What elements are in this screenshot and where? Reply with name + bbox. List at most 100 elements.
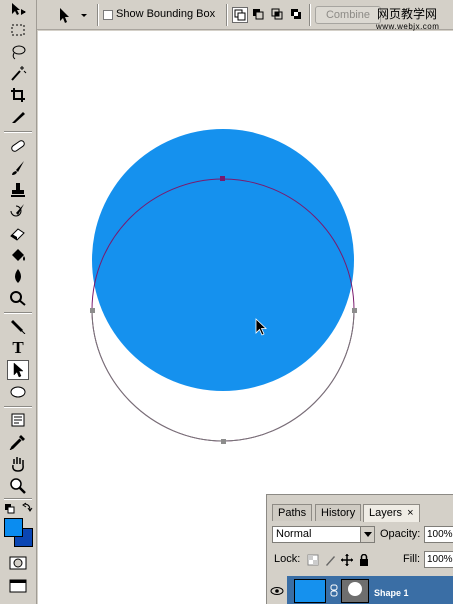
blur-tool[interactable] (7, 266, 29, 286)
subtract-from-shape-icon (253, 9, 264, 20)
anchor-point-left[interactable] (90, 308, 95, 313)
options-separator (97, 4, 99, 26)
magic-wand-tool-icon (11, 66, 27, 81)
anchor-point-bottom[interactable] (221, 439, 226, 444)
paint-bucket-tool[interactable] (7, 245, 29, 265)
quick-mask-mode-button[interactable] (7, 553, 29, 573)
exclude-overlap-icon (291, 9, 301, 19)
pen-tool[interactable] (7, 316, 29, 336)
crop-tool-icon (11, 88, 25, 102)
chevron-down-icon (360, 527, 374, 542)
tab-history[interactable]: History (315, 504, 362, 521)
healing-brush-tool[interactable] (7, 136, 29, 156)
type-tool[interactable]: T (7, 338, 29, 358)
eraser-tool-icon (10, 228, 25, 241)
intersect-shape-button[interactable] (270, 7, 286, 23)
direct-selection-tool-icon (13, 362, 24, 378)
layer-fill-thumbnail[interactable] (294, 579, 326, 603)
lock-transparent-pixels-icon[interactable] (307, 554, 319, 566)
type-tool-icon: T (12, 338, 24, 357)
slice-tool[interactable] (7, 107, 29, 127)
dodge-tool-icon (10, 291, 26, 306)
eye-icon (270, 587, 284, 595)
magic-wand-tool[interactable] (7, 63, 29, 83)
lasso-tool-icon (12, 45, 26, 60)
lock-label: Lock: (274, 553, 301, 565)
marquee-tool[interactable] (7, 20, 29, 40)
layer-visibility-toggle[interactable] (267, 576, 287, 604)
blur-tool-icon (15, 269, 21, 283)
options-separator (226, 4, 228, 26)
lasso-tool[interactable] (7, 42, 29, 62)
brush-tool-icon (12, 161, 24, 175)
healing-brush-tool-icon (11, 140, 25, 152)
tool-preset-picker[interactable] (55, 6, 91, 24)
eyedropper-tool[interactable] (7, 432, 29, 452)
watermark-url: www.webjx.com (376, 22, 440, 31)
slice-tool-icon (12, 112, 25, 123)
watermark-title: 网页教学网 (377, 7, 438, 21)
dodge-tool[interactable] (7, 288, 29, 308)
opacity-label: Opacity: (380, 528, 421, 540)
blend-mode-value: Normal (276, 528, 312, 540)
hand-tool[interactable] (7, 454, 29, 474)
subtract-from-shape-button[interactable] (251, 7, 267, 23)
fill-input[interactable]: 100% (424, 551, 453, 568)
layer-name: Shape 1 (374, 588, 409, 598)
screen-mode-icon (9, 579, 27, 593)
options-separator (309, 4, 311, 26)
quick-mask-icon (9, 556, 27, 570)
anchor-point-right[interactable] (352, 308, 357, 313)
foreground-color-swatch[interactable] (4, 518, 23, 537)
brush-tool[interactable] (7, 158, 29, 178)
tab-paths[interactable]: Paths (272, 504, 313, 521)
filled-shape-circle[interactable] (92, 129, 354, 391)
notes-tool[interactable] (7, 410, 29, 430)
show-bounding-box-label: Show Bounding Box (116, 8, 216, 20)
opacity-input[interactable]: 100% (424, 526, 453, 543)
ellipse-tool-icon (10, 386, 26, 398)
anchor-point-top[interactable] (220, 176, 225, 181)
eyedropper-tool-icon (9, 435, 25, 450)
blend-mode-select[interactable]: Normal (272, 526, 375, 543)
toolbox-separator (4, 406, 32, 408)
history-brush-tool[interactable] (7, 201, 29, 221)
link-icon (330, 584, 338, 597)
exclude-overlap-button[interactable] (289, 7, 305, 23)
marquee-tool-icon (11, 24, 25, 36)
default-colors-swap-icon[interactable] (4, 502, 34, 516)
lock-all-icon[interactable] (358, 554, 370, 566)
direct-selection-tool[interactable] (7, 360, 29, 380)
screen-mode-button[interactable] (7, 576, 29, 596)
move-tool[interactable] (7, 0, 29, 20)
add-to-shape-icon (234, 9, 246, 21)
add-to-shape-area-button[interactable] (232, 7, 248, 23)
photoshop-window: Show Bounding Box Combine 网页教学网 www.webj… (0, 0, 453, 604)
path-selection-arrow-icon (60, 8, 87, 23)
history-brush-tool-icon (10, 204, 24, 217)
toolbox: T (0, 0, 37, 604)
zoom-tool-icon (10, 478, 26, 494)
lock-position-icon[interactable] (341, 554, 353, 566)
notes-tool-icon (11, 413, 25, 427)
intersect-shape-icon (271, 8, 283, 20)
clone-stamp-tool[interactable] (7, 180, 29, 200)
combine-button[interactable]: Combine (315, 6, 381, 24)
layer-row[interactable]: Shape 1 (267, 576, 453, 604)
toolbox-separator (4, 498, 32, 500)
hand-tool-icon (12, 457, 24, 472)
zoom-tool[interactable] (7, 476, 29, 496)
options-bar: Show Bounding Box Combine 网页教学网 www.webj… (0, 0, 453, 31)
pen-tool-icon (11, 320, 26, 334)
show-bounding-box-checkbox[interactable] (103, 10, 113, 20)
close-icon[interactable]: × (407, 507, 413, 519)
tab-layers[interactable]: Layers × (363, 504, 420, 522)
paint-bucket-tool-icon (12, 249, 25, 261)
ellipse-tool[interactable] (7, 382, 29, 402)
crop-tool[interactable] (7, 85, 29, 105)
lock-image-pixels-icon[interactable] (324, 554, 336, 566)
toolbox-separator (4, 312, 32, 314)
vector-mask-thumbnail[interactable] (341, 579, 369, 603)
tab-layers-label: Layers (369, 507, 403, 519)
eraser-tool[interactable] (7, 223, 29, 243)
